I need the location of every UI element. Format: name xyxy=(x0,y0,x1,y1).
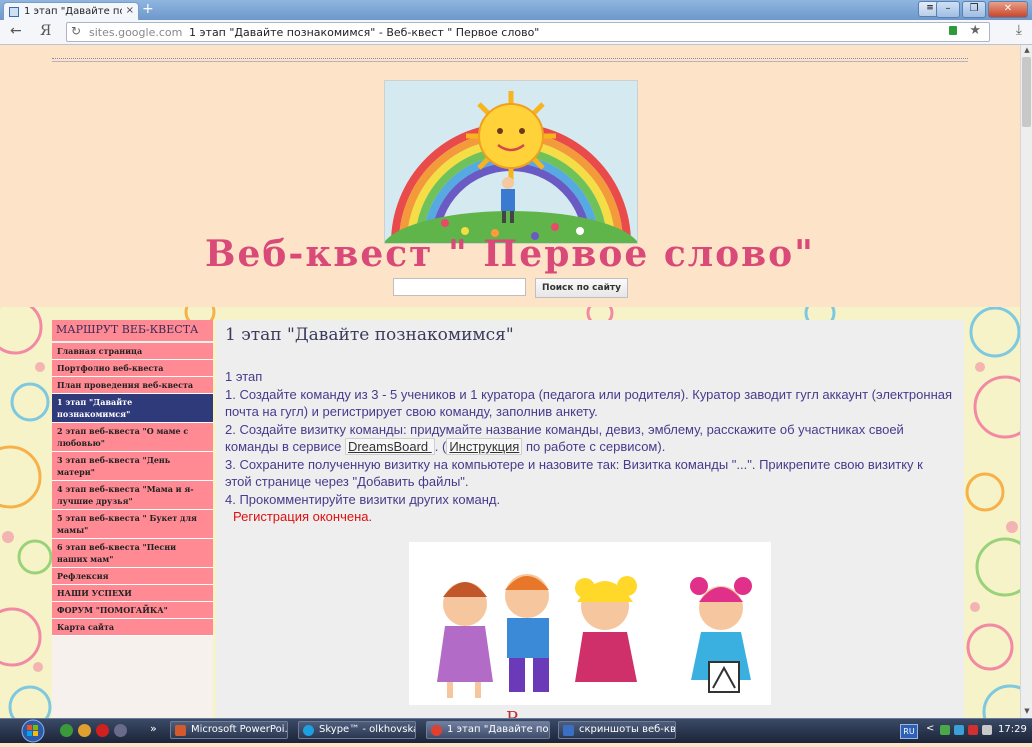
secure-lock-icon[interactable] xyxy=(949,26,957,35)
task-browser[interactable]: 1 этап "Давайте по... xyxy=(426,721,550,739)
sidebar-title: МАРШРУТ ВЕБ-КВЕСТА xyxy=(52,320,213,341)
header-divider xyxy=(52,58,968,59)
back-button[interactable]: ← xyxy=(10,23,22,39)
sidebar-item-stage-6[interactable]: 6 этап веб-квеста "Песни наших мам" xyxy=(52,539,213,568)
sidebar-item-stage-5[interactable]: 5 этап веб-квеста " Букет для мамы" xyxy=(52,510,213,539)
sidebar-item-stage-2[interactable]: 2 этап веб-квеста "О маме с любовью" xyxy=(52,423,213,452)
powerpoint-icon xyxy=(175,725,186,736)
children-illustration xyxy=(409,542,771,705)
sidebar-nav: Главная страница Портфолио веб-квеста Пл… xyxy=(52,343,213,636)
tray-icon-1[interactable] xyxy=(940,725,950,735)
quicklaunch-chrome-icon[interactable] xyxy=(60,724,73,737)
sidebar-item-reflection[interactable]: Рефлексия xyxy=(52,568,213,585)
stage-label: 1 этап xyxy=(225,369,263,384)
quicklaunch-browser-icon[interactable] xyxy=(78,724,91,737)
new-tab-button[interactable]: + xyxy=(142,1,154,17)
sidebar-item-plan[interactable]: План проведения веб-квеста xyxy=(52,377,213,394)
step-2-end: по работе с сервисом). xyxy=(522,439,666,454)
tab-close-icon[interactable]: × xyxy=(126,5,134,16)
dancing-kids-image xyxy=(409,542,771,705)
dreamsboard-link[interactable]: DreamsBoard xyxy=(344,438,435,455)
language-indicator[interactable]: RU xyxy=(900,724,918,739)
task-skype[interactable]: Skype™ - olkhovska28 xyxy=(298,721,416,739)
tray-icon-3[interactable] xyxy=(968,725,978,735)
quicklaunch-opera-icon[interactable] xyxy=(96,724,109,737)
instruction-link[interactable]: Инструкция xyxy=(446,438,523,455)
sidebar-item-stage-1[interactable]: 1 этап "Давайте познакомимся" xyxy=(52,394,213,423)
windows-logo-icon xyxy=(21,719,45,743)
close-window-button[interactable]: ✕ xyxy=(988,1,1028,18)
window-controls: – ❐ ✕ xyxy=(936,1,1028,18)
task-label: Skype™ - olkhovska28 xyxy=(319,724,415,735)
main-content: 1 этап "Давайте познакомимся" 1 этап 1. … xyxy=(216,320,964,718)
volume-icon[interactable] xyxy=(982,725,992,735)
tray-icon-2[interactable] xyxy=(954,725,964,735)
step-4-text: 4. Прокомментируйте визитки других коман… xyxy=(225,491,501,507)
sidebar-item-forum[interactable]: ФОРУМ "ПОМОГАЙКА" xyxy=(52,602,213,619)
start-button[interactable] xyxy=(14,719,52,743)
task-label: 1 этап "Давайте по... xyxy=(447,724,550,735)
scroll-up-icon[interactable]: ▲ xyxy=(1022,46,1032,56)
site-search-button[interactable]: Поиск по сайту xyxy=(535,278,628,298)
step-3-text: 3. Сохраните полученную визитку на компь… xyxy=(225,456,923,490)
skype-icon xyxy=(303,725,314,736)
address-bar[interactable]: ↻ sites.google.com 1 этап "Давайте позна… xyxy=(66,22,990,42)
tray-expand-icon[interactable]: < xyxy=(926,723,934,734)
banner-image xyxy=(384,80,638,244)
content-body: 1 этап 1. Создайте команду из 3 - 5 учен… xyxy=(225,368,953,526)
quicklaunch-tool-icon[interactable] xyxy=(114,724,127,737)
page-favicon-icon xyxy=(9,7,19,17)
sun-rainbow-illustration xyxy=(385,81,637,243)
sidebar-item-stage-3[interactable]: 3 этап веб-квеста "День матери" xyxy=(52,452,213,481)
page-title: 1 этап "Давайте познакомимся" xyxy=(225,325,514,345)
next-heading-partial: Р xyxy=(506,708,518,718)
word-icon xyxy=(563,725,574,736)
tab-title: 1 этап "Давайте позна xyxy=(24,6,122,17)
reload-icon[interactable]: ↻ xyxy=(71,24,81,38)
task-label: скриншоты веб-кв... xyxy=(579,724,676,735)
site-search-input[interactable] xyxy=(393,278,526,296)
sidebar-item-portfolio[interactable]: Портфолио веб-квеста xyxy=(52,360,213,377)
browser-toolbar: ← Я ↻ sites.google.com 1 этап "Давайте п… xyxy=(0,20,1032,45)
step-2-text: 2. Создайте визитку команды: придумайте … xyxy=(225,421,953,456)
bookmark-star-icon[interactable]: ★ xyxy=(969,23,981,38)
task-label: Microsoft PowerPoi... xyxy=(191,724,288,735)
task-powerpoint[interactable]: Microsoft PowerPoi... xyxy=(170,721,288,739)
quicklaunch-more[interactable]: » xyxy=(150,722,157,735)
restore-button[interactable]: ❐ xyxy=(962,1,986,18)
sidebar: МАРШРУТ ВЕБ-КВЕСТА Главная страница Порт… xyxy=(52,320,213,718)
yandex-home-button[interactable]: Я xyxy=(40,23,51,39)
step-1-text: 1. Создайте команду из 3 - 5 учеников и … xyxy=(225,386,953,420)
scroll-thumb[interactable] xyxy=(1022,57,1031,127)
url-host: sites.google.com xyxy=(89,26,183,39)
sidebar-item-sitemap[interactable]: Карта сайта xyxy=(52,619,213,636)
yandex-browser-icon xyxy=(431,725,442,736)
sidebar-item-stage-4[interactable]: 4 этап веб-квеста "Мама и я-лучшие друзь… xyxy=(52,481,213,510)
step-2-mid: . ( xyxy=(434,439,447,454)
site-title[interactable]: Веб-квест " Первое слово" xyxy=(0,233,1020,275)
page-viewport: Веб-квест " Первое слово" Поиск по сайту xyxy=(0,45,1020,718)
browser-tab[interactable]: 1 этап "Давайте позна × xyxy=(3,2,139,21)
url-page-title: 1 этап "Давайте познакомимся" - Веб-квес… xyxy=(189,26,540,39)
sidebar-item-successes[interactable]: НАШИ УСПЕХИ xyxy=(52,585,213,602)
downloads-icon[interactable]: ⤓ xyxy=(1016,22,1022,38)
registration-closed-notice: Регистрация окончена. xyxy=(233,509,373,524)
task-word[interactable]: скриншоты веб-кв... xyxy=(558,721,676,739)
sidebar-item-home[interactable]: Главная страница xyxy=(52,343,213,360)
windows-taskbar: » Microsoft PowerPoi... Skype™ - olkhovs… xyxy=(0,718,1032,743)
scroll-down-icon[interactable]: ▼ xyxy=(1022,707,1032,717)
header-divider-line xyxy=(52,61,968,62)
browser-tabstrip: 1 этап "Давайте позна × + ≡ – ❐ ✕ xyxy=(0,0,1032,21)
minimize-button[interactable]: – xyxy=(936,1,960,18)
system-clock: 17:29 xyxy=(998,724,1027,735)
page-scrollbar[interactable]: ▲ ▼ xyxy=(1020,45,1032,718)
